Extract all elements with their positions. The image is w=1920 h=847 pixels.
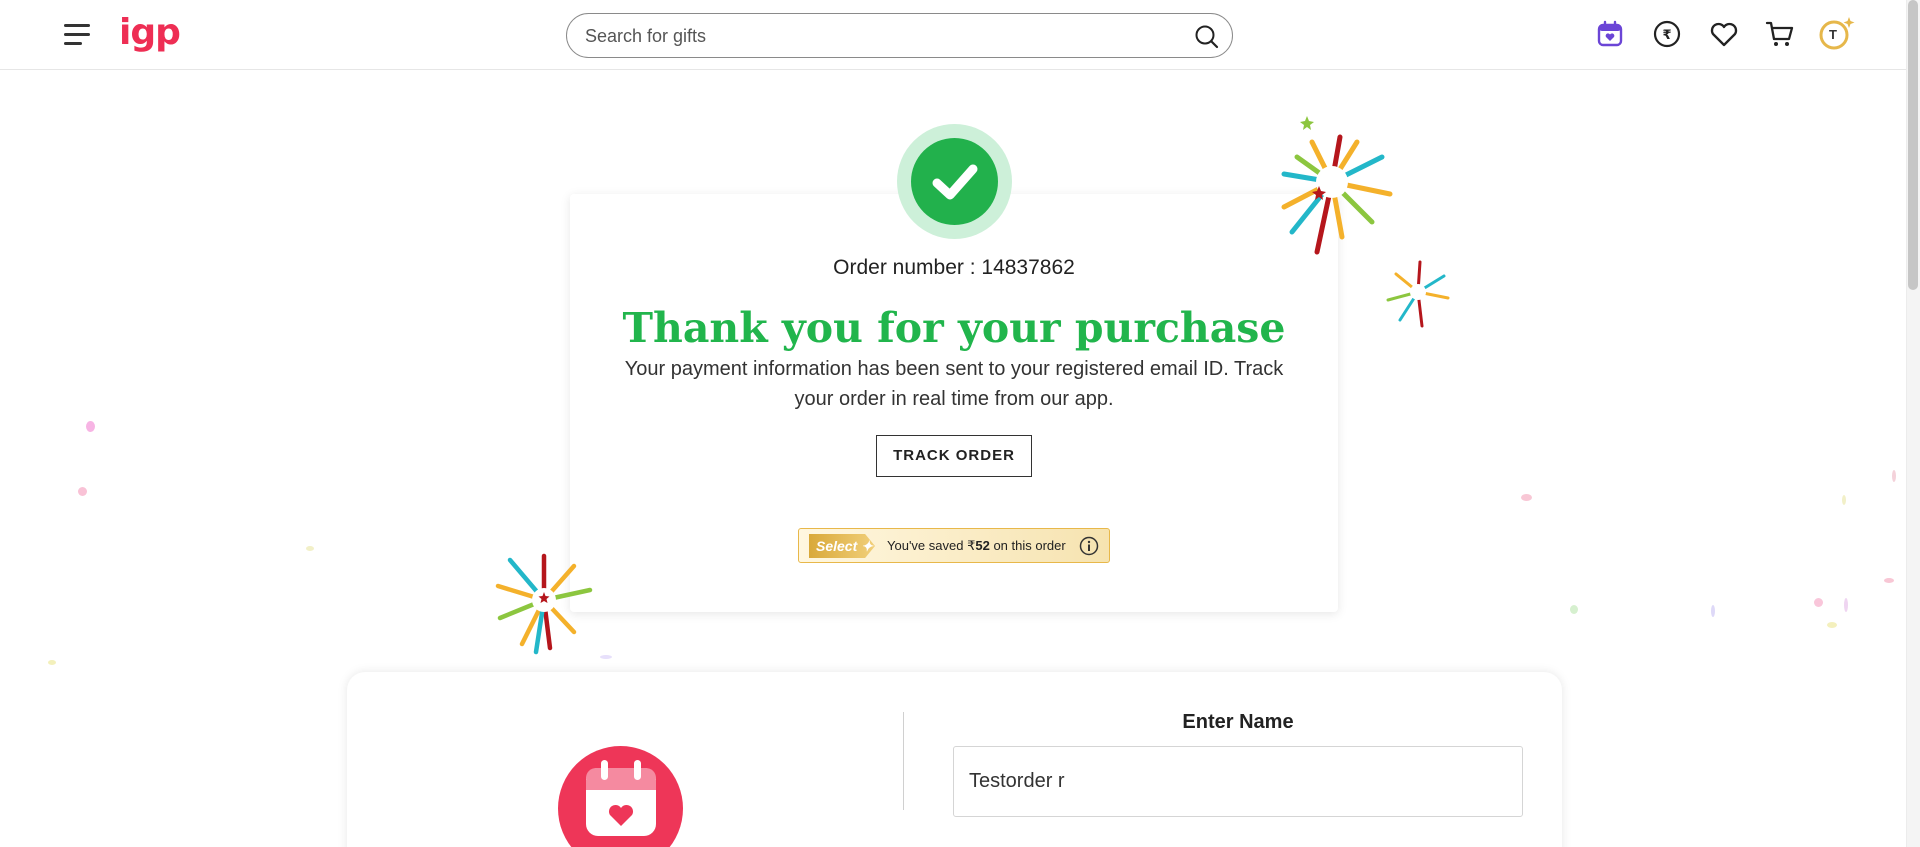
menu-icon[interactable]: [64, 24, 92, 46]
thank-you-title: Thank you for your purchase: [622, 304, 1286, 352]
enter-name-label: Enter Name: [1182, 711, 1294, 733]
panel-divider: [903, 712, 904, 810]
svg-text:₹: ₹: [1662, 28, 1671, 43]
success-check-badge: [897, 124, 1012, 239]
name-field[interactable]: [953, 746, 1523, 817]
confetti-piece: [306, 546, 314, 551]
savings-amount: 52: [975, 538, 990, 553]
reminder-calendar-badge: [558, 746, 683, 847]
confetti-piece: [1711, 605, 1715, 617]
cart-icon[interactable]: [1764, 18, 1796, 50]
search-icon[interactable]: [1194, 24, 1220, 50]
confetti-piece: [600, 655, 612, 659]
confetti-piece: [86, 421, 95, 432]
select-badge: Select ✦: [809, 534, 875, 558]
search-bar: [566, 13, 1233, 58]
check-icon: [932, 164, 978, 200]
scrollbar-thumb[interactable]: [1908, 0, 1918, 290]
avatar-icon[interactable]: T: [1818, 15, 1856, 53]
confetti-piece: [1892, 470, 1896, 482]
scrollbar-track[interactable]: [1906, 0, 1920, 847]
calendar-heart-icon[interactable]: [1594, 18, 1626, 50]
info-icon[interactable]: [1079, 536, 1099, 556]
top-header: igp ₹ T: [0, 0, 1906, 70]
firework-decoration: [495, 553, 593, 655]
confetti-piece: [1570, 605, 1578, 614]
rupee-icon[interactable]: ₹: [1651, 18, 1683, 50]
firework-decoration: [1386, 260, 1450, 328]
confirmation-description: Your payment information has been sent t…: [624, 358, 1284, 410]
order-number: Order number : 14837862: [833, 256, 1075, 279]
firework-decoration: [1281, 116, 1393, 255]
track-order-button[interactable]: TRACK ORDER: [876, 435, 1032, 477]
avatar-initial: T: [1829, 27, 1837, 42]
calendar-heart-icon: [586, 760, 656, 836]
search-input[interactable]: [585, 24, 1165, 48]
savings-text: You've saved ₹52 on this order: [887, 538, 1066, 553]
confetti-piece: [1827, 622, 1837, 628]
confetti-piece: [1521, 494, 1532, 501]
igp-logo[interactable]: igp: [119, 12, 181, 53]
savings-banner: Select ✦ You've saved ₹52 on this order: [798, 528, 1110, 563]
confetti-piece: [1884, 578, 1894, 583]
confetti-piece: [1814, 598, 1823, 607]
confetti-piece: [78, 487, 87, 496]
confetti-piece: [1842, 495, 1846, 505]
confetti-piece: [48, 660, 56, 665]
heart-icon[interactable]: [1708, 18, 1740, 50]
confetti-piece: [1844, 598, 1848, 612]
